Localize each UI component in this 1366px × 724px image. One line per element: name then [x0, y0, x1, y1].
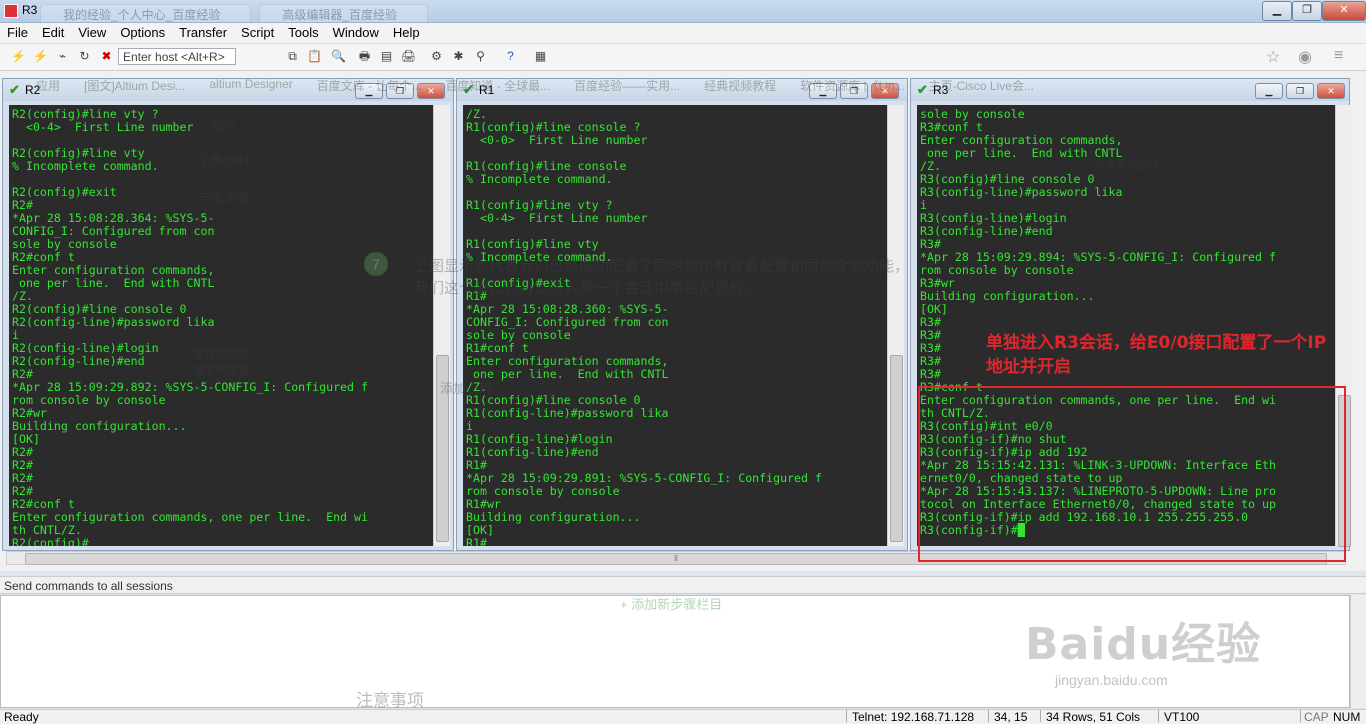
pane-maximize-button[interactable]: ❐ [386, 83, 414, 99]
maximize-button[interactable]: ❐ [1292, 1, 1322, 21]
status-terminal-type: VT100 [1164, 710, 1200, 724]
horizontal-scrollbar[interactable]: ⦀ [6, 551, 1346, 565]
menu-tools[interactable]: Tools [281, 23, 325, 43]
pane-minimize-button[interactable]: ▁ [1255, 83, 1283, 99]
session-title-bar[interactable]: ✔ R2 ▁ ❐ ✕ [3, 79, 453, 101]
pane-minimize-button[interactable]: ▁ [809, 83, 837, 99]
toolbar: ⚡ ⚡ ⌁ ↻ ✖ Enter host <Alt+R> ⧉ 📋 🔍 🖶 ▤ 🖨… [0, 44, 1366, 71]
session-pane-r3[interactable]: ✔ R3 ▁ ❐ ✕ sole by console R3#conf t Ent… [910, 78, 1352, 551]
background-browser-tabs: 我的经验_个人中心_百度经验 高级编辑器_百度经验 [40, 4, 429, 22]
connected-check-icon: ✔ [917, 82, 928, 97]
session-name: R2 [25, 83, 41, 97]
terminal-output: /Z. R1(config)#line console ? <0-0> Firs… [466, 107, 822, 547]
pane-minimize-button[interactable]: ▁ [355, 83, 383, 99]
status-separator [846, 710, 847, 722]
paste-icon[interactable]: 📋 [306, 48, 323, 65]
menu-window[interactable]: Window [326, 23, 386, 43]
browser-tab: 高级编辑器_百度经验 [259, 4, 429, 22]
status-ready: Ready [4, 710, 39, 724]
vertical-scrollbar[interactable] [433, 105, 450, 546]
minimize-button[interactable]: ▁ [1262, 1, 1292, 21]
terminal-r2[interactable]: R2(config)#line vty ? <0-4> First Line n… [9, 105, 433, 546]
annotation-text: 单独进入R3会话，给E0/0接口配置了一个IP地址并开启 [986, 333, 1327, 377]
session-title-bar[interactable]: ✔ R1 ▁ ❐ ✕ [457, 79, 907, 101]
pane-maximize-button[interactable]: ❐ [1286, 83, 1314, 99]
connected-check-icon: ✔ [9, 82, 20, 97]
connect-tab-icon[interactable]: ⌁ [54, 48, 71, 65]
status-connection: Telnet: 192.168.71.128 [852, 710, 975, 724]
global-options-icon[interactable]: ✱ [450, 48, 467, 65]
scroll-thumb[interactable] [890, 355, 903, 542]
host-input[interactable]: Enter host <Alt+R> [118, 48, 236, 65]
copy-icon[interactable]: ⧉ [284, 48, 301, 65]
menu-bar: File Edit View Options Transfer Script T… [0, 23, 1366, 44]
status-separator [1158, 710, 1159, 722]
help-icon[interactable]: ? [502, 48, 519, 65]
terminal-cursor: █ [1017, 523, 1025, 537]
title-bar: R3 我的经验_个人中心_百度经验 高级编辑器_百度经验 ▁ ❐ ✕ [0, 0, 1366, 23]
quick-connect-icon[interactable]: ⚡ [32, 48, 49, 65]
send-commands-bar: Send commands to all sessions [0, 576, 1366, 594]
connect-icon[interactable]: ⚡ [10, 48, 27, 65]
reconnect-icon[interactable]: ↻ [76, 48, 93, 65]
scroll-thumb[interactable] [1338, 395, 1351, 547]
menu-file[interactable]: File [0, 23, 35, 43]
pane-maximize-button[interactable]: ❐ [840, 83, 868, 99]
status-bar: Ready Telnet: 192.168.71.128 34, 15 34 R… [0, 709, 1366, 724]
terminal-r3[interactable]: sole by console R3#conf t Enter configur… [917, 105, 1335, 546]
disconnect-icon[interactable]: ✖ [98, 48, 115, 65]
send-area-scrollbar[interactable] [1350, 595, 1366, 708]
status-num-lock: NUM [1333, 710, 1361, 724]
window-title: R3 [22, 3, 38, 17]
session-pane-r2[interactable]: ✔ R2 ▁ ❐ ✕ R2(config)#line vty ? <0-4> F… [2, 78, 454, 551]
session-name: R3 [933, 83, 949, 97]
session-pane-r1[interactable]: ✔ R1 ▁ ❐ ✕ /Z. R1(config)#line console ?… [456, 78, 908, 551]
status-caps-lock: CAP [1304, 710, 1329, 724]
status-cursor-position: 34, 15 [994, 710, 1028, 724]
session-options-icon[interactable]: ⚙ [428, 48, 445, 65]
print-screen-icon[interactable]: ▤ [378, 48, 395, 65]
menu-edit[interactable]: Edit [35, 23, 71, 43]
pane-close-button[interactable]: ✕ [871, 83, 899, 99]
scroll-thumb[interactable] [436, 355, 449, 542]
terminal-output: R2(config)#line vty ? <0-4> First Line n… [12, 107, 368, 547]
close-button[interactable]: ✕ [1322, 1, 1366, 21]
menu-icon[interactable]: ≡ [1334, 47, 1343, 65]
pane-close-button[interactable]: ✕ [417, 83, 445, 99]
status-separator [1300, 710, 1301, 722]
status-separator [988, 710, 989, 722]
print-icon[interactable]: 🖶 [356, 48, 373, 65]
vertical-scrollbar[interactable] [1335, 105, 1352, 547]
vertical-scrollbar[interactable] [887, 105, 904, 546]
menu-script[interactable]: Script [234, 23, 281, 43]
print-setup-icon[interactable]: 🖨 [400, 48, 417, 65]
browser-tab: 我的经验_个人中心_百度经验 [40, 4, 252, 22]
terminal-r1[interactable]: /Z. R1(config)#line console ? <0-0> Firs… [463, 105, 887, 546]
send-commands-input[interactable] [0, 595, 1350, 708]
horizontal-scroll-thumb[interactable]: ⦀ [25, 553, 1327, 565]
account-icon[interactable]: ◉ [1298, 47, 1312, 67]
key-map-icon[interactable]: ⚲ [472, 48, 489, 65]
menu-transfer[interactable]: Transfer [172, 23, 234, 43]
find-icon[interactable]: 🔍 [330, 48, 347, 65]
app-icon [4, 4, 18, 18]
about-icon[interactable]: ▦ [532, 48, 549, 65]
menu-options[interactable]: Options [113, 23, 172, 43]
session-title-bar[interactable]: ✔ R3 ▁ ❐ ✕ [911, 79, 1349, 101]
pane-close-button[interactable]: ✕ [1317, 83, 1345, 99]
bookmark-star-icon[interactable]: ☆ [1266, 47, 1280, 67]
status-terminal-size: 34 Rows, 51 Cols [1046, 710, 1141, 724]
connected-check-icon: ✔ [463, 82, 474, 97]
terminal-output: sole by console R3#conf t Enter configur… [920, 107, 1276, 537]
menu-help[interactable]: Help [386, 23, 427, 43]
status-separator [1040, 710, 1041, 722]
menu-view[interactable]: View [71, 23, 113, 43]
session-name: R1 [479, 83, 495, 97]
